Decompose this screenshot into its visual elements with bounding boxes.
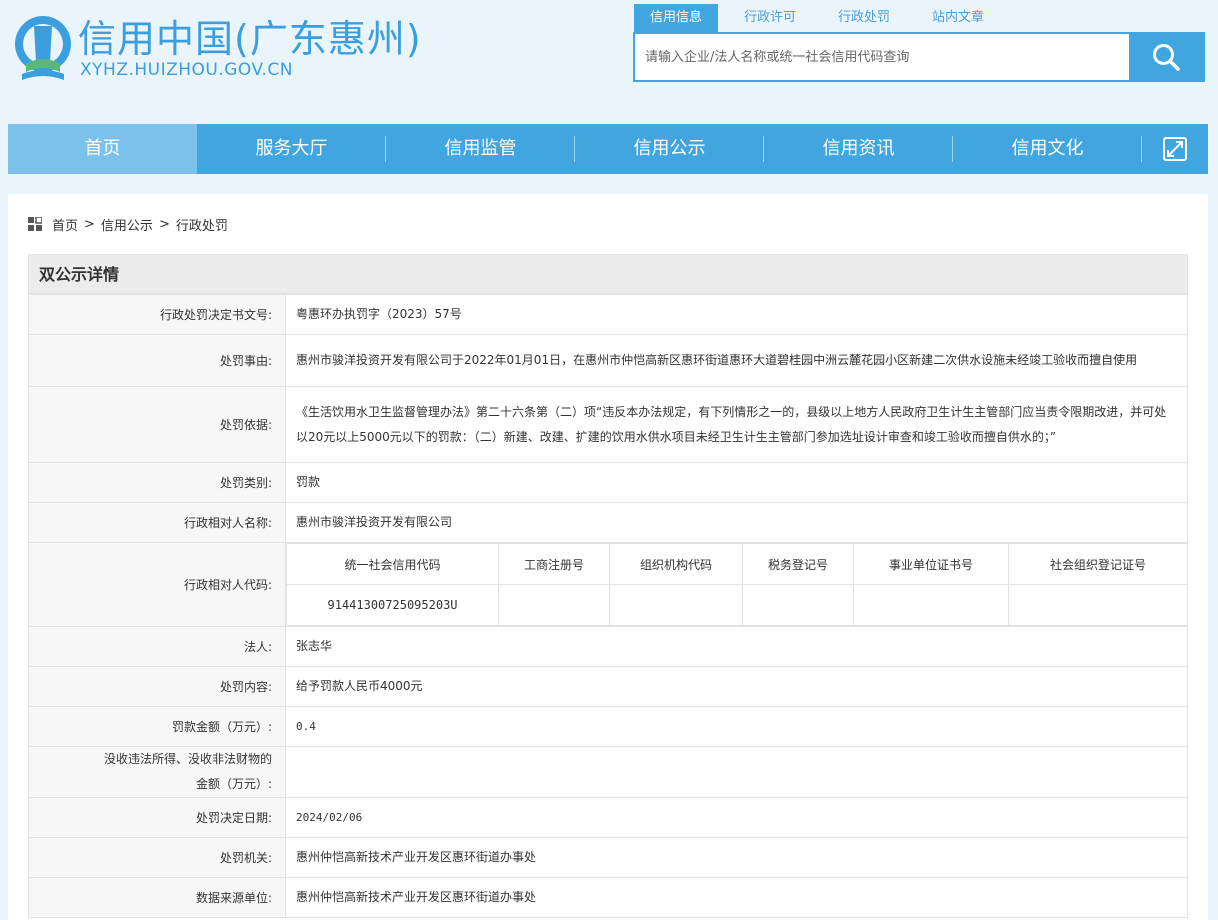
column-header: 组织机构代码 bbox=[609, 543, 743, 585]
category-value: 罚款 bbox=[285, 462, 1188, 503]
logo-emblem-icon[interactable] bbox=[12, 6, 74, 86]
reason-value: 惠州市骏洋投资开发有限公司于2022年01月01日，在惠州市仲恺高新区惠环街道惠… bbox=[285, 334, 1188, 387]
table-row: 行政相对人代码: 统一社会信用代码 工商注册号 组织机构代码 税务登记号 事业单… bbox=[28, 542, 1188, 627]
row-label: 罚款金额（万元）: bbox=[28, 706, 286, 747]
table-row: 处罚类别: 罚款 bbox=[28, 462, 1188, 503]
institution-cert-value bbox=[853, 584, 1009, 626]
detail-panel: 双公示详情 行政处罚决定书文号: 粤惠环办执罚字（2023）57号 处罚事由: … bbox=[28, 254, 1188, 918]
breadcrumb: 首页 > 信用公示 > 行政处罚 bbox=[28, 214, 228, 234]
column-header: 社会组织登记证号 bbox=[1008, 543, 1187, 585]
authority-value: 惠州仲恺高新技术产业开发区惠环街道办事处 bbox=[285, 837, 1188, 878]
search-tabs: 信用信息 行政许可 行政处罚 站内文章 bbox=[634, 4, 1010, 32]
table-row: 法人: 张志华 bbox=[28, 626, 1188, 667]
tax-reg-value bbox=[742, 584, 854, 626]
table-row: 数据来源单位: 惠州仲恺高新技术产业开发区惠环街道办事处 bbox=[28, 877, 1188, 918]
nav-item-credit-supervision[interactable]: 信用监管 bbox=[386, 124, 575, 174]
table-row: 行政相对人名称: 惠州市骏洋投资开发有限公司 bbox=[28, 502, 1188, 543]
business-reg-value bbox=[498, 584, 610, 626]
fine-amount-value: 0.4 bbox=[285, 706, 1188, 747]
row-label: 行政处罚决定书文号: bbox=[28, 294, 286, 335]
org-code-value bbox=[609, 584, 743, 626]
row-label: 行政相对人名称: bbox=[28, 502, 286, 543]
column-header: 事业单位证书号 bbox=[853, 543, 1009, 585]
row-label: 行政相对人代码: bbox=[28, 542, 286, 627]
basis-value: 《生活饮用水卫生监督管理办法》第二十六条第（二）项“违反本办法规定，有下列情形之… bbox=[285, 386, 1188, 463]
site-title: 信用中国(广东惠州) bbox=[78, 17, 422, 61]
row-label: 没收违法所得、没收非法财物的 金额（万元）: bbox=[28, 746, 286, 798]
party-code-cell: 统一社会信用代码 工商注册号 组织机构代码 税务登记号 事业单位证书号 社会组织… bbox=[285, 542, 1188, 627]
table-row: 处罚事由: 惠州市骏洋投资开发有限公司于2022年01月01日，在惠州市仲恺高新… bbox=[28, 334, 1188, 387]
row-label: 处罚机关: bbox=[28, 837, 286, 878]
breadcrumb-admin-penalty[interactable]: 行政处罚 bbox=[176, 215, 228, 234]
column-header: 工商注册号 bbox=[498, 543, 610, 585]
search-icon bbox=[1153, 44, 1180, 71]
content-area: 首页 > 信用公示 > 行政处罚 双公示详情 行政处罚决定书文号: 粤惠环办执罚… bbox=[8, 194, 1208, 920]
expand-icon bbox=[1163, 137, 1187, 161]
row-label: 处罚决定日期: bbox=[28, 797, 286, 838]
main-nav: 首页 服务大厅 信用监管 信用公示 信用资讯 信用文化 bbox=[8, 124, 1208, 174]
site-header: 信用中国(广东惠州) XYHZ.HUIZHOU.GOV.CN 信用信息 行政许可… bbox=[0, 0, 1218, 110]
row-label: 法人: bbox=[28, 626, 286, 667]
search-button[interactable] bbox=[1129, 34, 1203, 80]
credit-code-value: 91441300725095203U bbox=[286, 584, 499, 626]
data-source-value: 惠州仲恺高新技术产业开发区惠环街道办事处 bbox=[285, 877, 1188, 918]
legal-person-value: 张志华 bbox=[285, 626, 1188, 667]
confiscation-label-line-1: 没收违法所得、没收非法财物的 bbox=[103, 752, 272, 766]
party-name-value: 惠州市骏洋投资开发有限公司 bbox=[285, 502, 1188, 543]
table-row: 处罚机关: 惠州仲恺高新技术产业开发区惠环街道办事处 bbox=[28, 837, 1188, 878]
column-header: 统一社会信用代码 bbox=[286, 543, 499, 585]
confiscation-value bbox=[285, 746, 1188, 798]
row-label: 处罚依据: bbox=[28, 386, 286, 463]
party-code-table: 统一社会信用代码 工商注册号 组织机构代码 税务登记号 事业单位证书号 社会组织… bbox=[286, 543, 1187, 626]
table-row: 没收违法所得、没收非法财物的 金额（万元）: bbox=[28, 746, 1188, 798]
panel-title: 双公示详情 bbox=[28, 254, 1188, 294]
column-header: 税务登记号 bbox=[742, 543, 854, 585]
nav-item-service-hall[interactable]: 服务大厅 bbox=[197, 124, 386, 174]
row-label: 数据来源单位: bbox=[28, 877, 286, 918]
breadcrumb-home[interactable]: 首页 bbox=[52, 215, 78, 234]
breadcrumb-separator: > bbox=[158, 216, 170, 232]
table-row: 行政处罚决定书文号: 粤惠环办执罚字（2023）57号 bbox=[28, 294, 1188, 335]
table-row: 处罚内容: 给予罚款人民币4000元 bbox=[28, 666, 1188, 707]
detail-table: 行政处罚决定书文号: 粤惠环办执罚字（2023）57号 处罚事由: 惠州市骏洋投… bbox=[28, 294, 1188, 918]
breadcrumb-credit-publicity[interactable]: 信用公示 bbox=[101, 215, 153, 234]
search-input[interactable] bbox=[635, 34, 1131, 80]
decision-date-value: 2024/02/06 bbox=[285, 797, 1188, 838]
table-row: 处罚依据: 《生活饮用水卫生监督管理办法》第二十六条第（二）项“违反本办法规定，… bbox=[28, 386, 1188, 463]
row-label: 处罚内容: bbox=[28, 666, 286, 707]
row-label: 处罚事由: bbox=[28, 334, 286, 387]
nav-item-credit-news[interactable]: 信用资讯 bbox=[764, 124, 953, 174]
nav-item-home[interactable]: 首页 bbox=[8, 124, 197, 174]
grid-icon bbox=[28, 217, 42, 231]
search-tab-site-articles[interactable]: 站内文章 bbox=[916, 4, 1000, 32]
nav-expand-button[interactable] bbox=[1142, 124, 1208, 174]
social-org-value bbox=[1008, 584, 1187, 626]
site-url: XYHZ.HUIZHOU.GOV.CN bbox=[80, 60, 293, 80]
penalty-content-value: 给予罚款人民币4000元 bbox=[285, 666, 1188, 707]
search-tab-admin-penalty[interactable]: 行政处罚 bbox=[822, 4, 906, 32]
search-tab-admin-permit[interactable]: 行政许可 bbox=[728, 4, 812, 32]
search-tab-credit-info[interactable]: 信用信息 bbox=[634, 4, 719, 32]
table-row: 处罚决定日期: 2024/02/06 bbox=[28, 797, 1188, 838]
search-box bbox=[633, 32, 1205, 82]
nav-item-credit-publicity[interactable]: 信用公示 bbox=[575, 124, 764, 174]
breadcrumb-separator: > bbox=[84, 216, 95, 232]
decision-number-value: 粤惠环办执罚字（2023）57号 bbox=[285, 294, 1188, 335]
nav-item-credit-culture[interactable]: 信用文化 bbox=[953, 124, 1142, 174]
confiscation-label-line-2: 金额（万元）: bbox=[195, 777, 272, 791]
table-row: 罚款金额（万元）: 0.4 bbox=[28, 706, 1188, 747]
row-label: 处罚类别: bbox=[28, 462, 286, 503]
